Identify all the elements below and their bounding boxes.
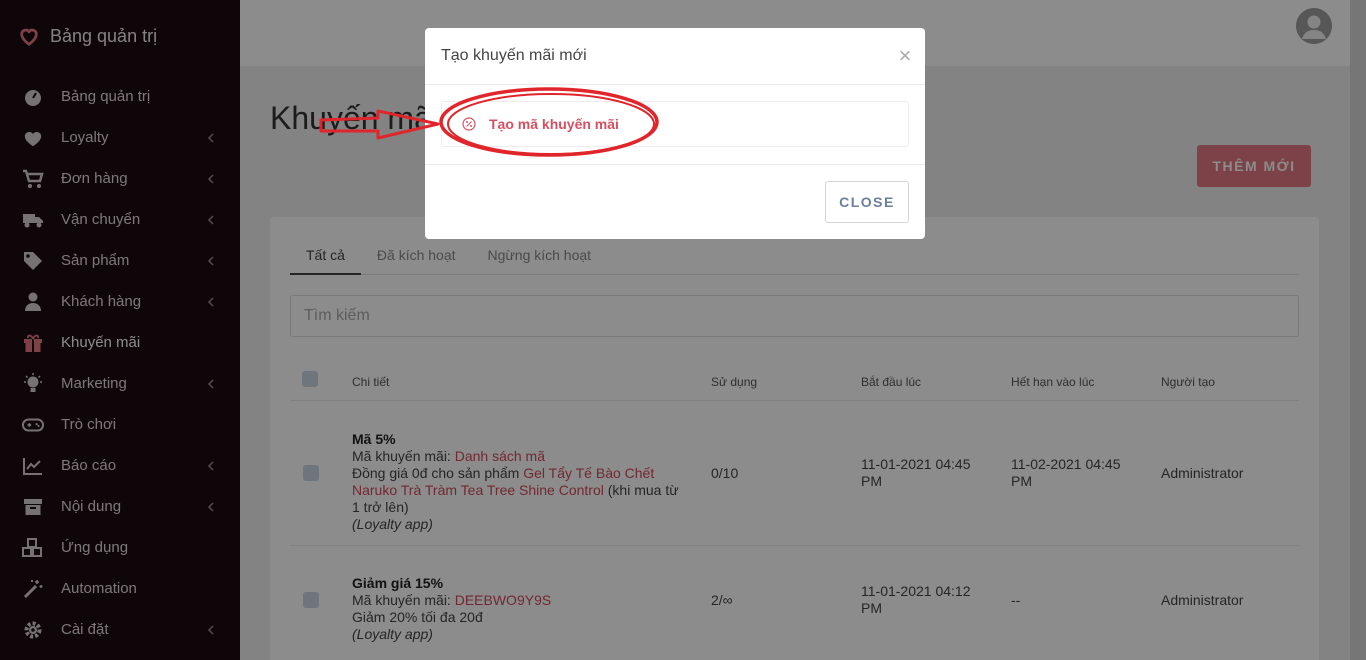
percent-badge-icon — [462, 117, 476, 131]
close-icon[interactable]: × — [885, 43, 925, 69]
create-promo-code-option[interactable]: Tạo mã khuyến mãi — [441, 101, 909, 147]
option-label: Tạo mã khuyến mãi — [489, 116, 619, 132]
modal-footer: CLOSE — [825, 181, 909, 223]
modal-header: Tạo khuyến mãi mới × — [425, 28, 925, 85]
modal-title: Tạo khuyến mãi mới — [441, 47, 587, 64]
modal-body: Tạo mã khuyến mãi — [425, 85, 925, 165]
close-button[interactable]: CLOSE — [825, 181, 909, 223]
create-promotion-modal: Tạo khuyến mãi mới × Tạo mã khuyến mãi C… — [425, 28, 925, 239]
